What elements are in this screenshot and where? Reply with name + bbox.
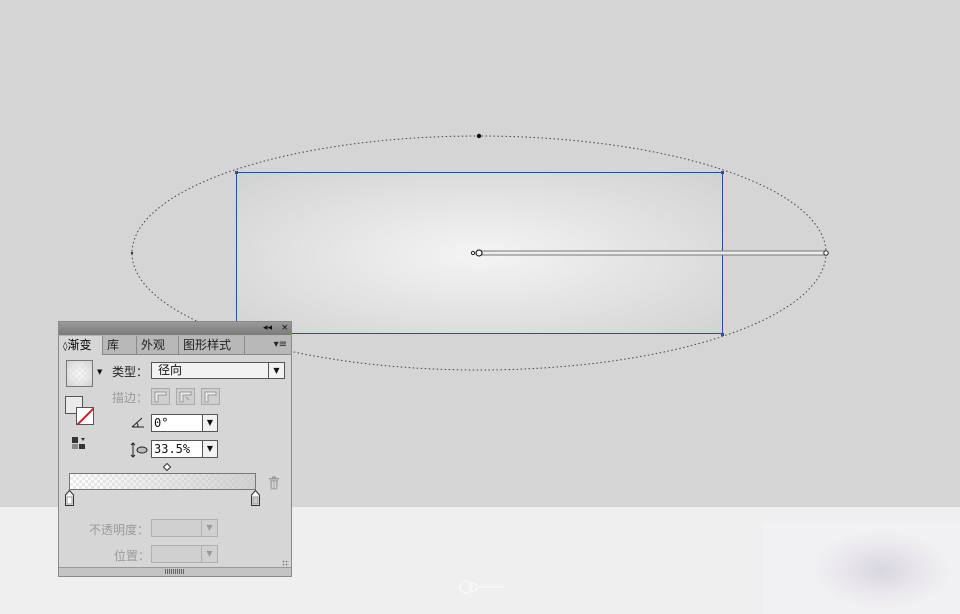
type-label: 类型： bbox=[112, 365, 149, 379]
aspect-ratio-value: 33.5% bbox=[154, 442, 191, 456]
opacity-select: ▼ bbox=[151, 519, 218, 537]
type-select[interactable]: 径向 ▼ bbox=[151, 362, 285, 379]
gradient-ramp[interactable] bbox=[69, 473, 256, 490]
resize-corner-grip[interactable] bbox=[282, 560, 289, 567]
panel-tab-bar: ◊渐变 库 外观 图形样式 ▾≡ bbox=[59, 335, 291, 355]
tab-library[interactable]: 库 bbox=[103, 336, 137, 354]
collapse-panel-button[interactable]: ◂◂ bbox=[263, 322, 272, 335]
panel-footer bbox=[59, 567, 291, 576]
angle-value: 0° bbox=[154, 416, 169, 430]
tab-graphic-styles[interactable]: 图形样式 bbox=[179, 336, 245, 354]
swatch-checker bbox=[69, 363, 90, 384]
resize-handle[interactable] bbox=[165, 569, 185, 574]
gradient-origin-handle[interactable] bbox=[475, 249, 483, 257]
tab-gradient-label: 渐变 bbox=[67, 338, 92, 352]
ellipse-left-handle bbox=[130, 251, 134, 255]
color-stop-icon[interactable] bbox=[251, 490, 260, 506]
gradient-panel: ◂◂ × ◊渐变 库 外观 图形样式 ▾≡ ▼ 类型： 径向 ▼ 描边： 0° … bbox=[58, 321, 292, 577]
panel-menu-button[interactable]: ▾≡ bbox=[274, 336, 287, 354]
tab-appearance[interactable]: 外观 bbox=[137, 336, 179, 354]
stroke-along-button bbox=[176, 388, 195, 405]
stroke-within-button bbox=[151, 388, 170, 405]
trash-icon[interactable] bbox=[268, 476, 280, 490]
tab-gradient[interactable]: ◊渐变 bbox=[59, 336, 103, 355]
stroke-across-button bbox=[201, 388, 220, 405]
watermark-logo bbox=[459, 580, 505, 594]
chevron-down-icon: ▼ bbox=[268, 363, 284, 378]
color-stop-icon[interactable] bbox=[65, 490, 74, 506]
midpoint-icon[interactable] bbox=[163, 463, 171, 471]
gradient-swatch-icon[interactable] bbox=[66, 360, 93, 387]
type-select-value: 径向 bbox=[158, 363, 183, 377]
close-panel-button[interactable]: × bbox=[281, 322, 289, 335]
aspect-dropdown[interactable]: ▼ bbox=[202, 440, 218, 458]
ellipse-top-handle[interactable] bbox=[476, 133, 482, 139]
chevron-down-icon[interactable]: ▼ bbox=[97, 368, 102, 376]
angle-dropdown[interactable]: ▼ bbox=[202, 414, 218, 432]
reverse-gradient-icon[interactable] bbox=[71, 436, 87, 450]
gradient-slider-bar[interactable] bbox=[479, 250, 826, 256]
gradient-end-handle[interactable] bbox=[823, 250, 829, 256]
fill-stroke-control bbox=[65, 396, 95, 426]
opacity-label: 不透明度： bbox=[89, 523, 150, 537]
chevron-down-icon: ▼ bbox=[201, 546, 217, 562]
chevron-down-icon: ▼ bbox=[201, 520, 217, 536]
pasteboard-shadow bbox=[762, 522, 960, 614]
panel-titlebar[interactable]: ◂◂ × bbox=[59, 322, 291, 335]
location-select: ▼ bbox=[151, 545, 218, 563]
aspect-ratio-icon bbox=[130, 442, 148, 458]
angle-icon bbox=[131, 417, 144, 428]
gradient-origin-dot bbox=[470, 250, 476, 256]
location-label: 位置： bbox=[114, 549, 151, 563]
stroke-none-icon[interactable] bbox=[76, 407, 94, 425]
stroke-label: 描边： bbox=[112, 391, 149, 405]
